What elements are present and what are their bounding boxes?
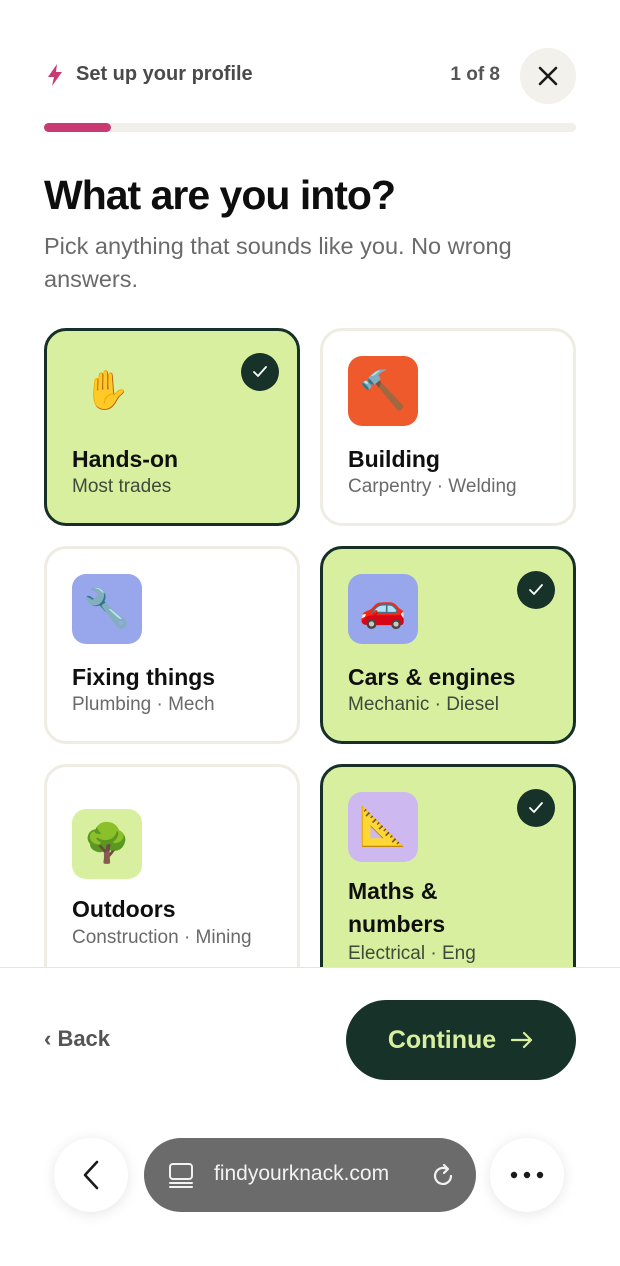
interest-label: Maths & numbers	[348, 878, 446, 937]
tree-icon: 🌳	[72, 809, 142, 879]
interest-label: Hands-on	[72, 446, 179, 472]
more-horizontal-icon	[510, 1171, 544, 1179]
continue-label: Continue	[387, 1025, 497, 1054]
interest-subtitle: Most trades	[72, 476, 172, 497]
interest-card-fixing-things[interactable]: 🔧 Fixing things Plumbing · Mech	[44, 546, 300, 744]
browser-back-button[interactable]	[54, 1138, 128, 1212]
interest-subtitle: Mechanic · Diesel	[348, 694, 499, 715]
continue-button[interactable]: Continue	[346, 1000, 576, 1080]
chevron-left-icon	[83, 1160, 99, 1190]
browser-more-button[interactable]	[490, 1138, 564, 1212]
interest-label: Outdoors	[72, 896, 176, 922]
progress-bar-fill	[44, 123, 111, 132]
hammer-icon: 🔨	[348, 356, 418, 426]
back-button[interactable]: ‹ Back	[44, 1026, 110, 1052]
page-subtitle: Pick anything that sounds like you. No w…	[44, 233, 512, 292]
page-title: What are you into?	[44, 172, 396, 218]
header: Set up your profile 1 of 8	[44, 46, 576, 106]
interest-card-hands-on[interactable]: ✋ Hands-on Most trades	[44, 328, 300, 526]
triangular-ruler-icon: 📐	[348, 792, 418, 862]
check-icon	[517, 789, 555, 827]
raised-hand-icon: ✋	[72, 356, 142, 426]
arrow-right-icon	[511, 1031, 533, 1049]
url-text: findyourknack.com	[214, 1162, 390, 1185]
lightning-bolt-icon	[48, 64, 62, 86]
interest-label: Cars & engines	[348, 664, 516, 690]
interest-subtitle: Carpentry · Welding	[348, 476, 517, 497]
reload-icon[interactable]	[429, 1162, 457, 1190]
interest-grid: ✋ Hands-on Most trades 🔨 Building Carpen…	[44, 328, 576, 968]
interest-subtitle: Construction · Mining	[72, 927, 252, 948]
step-counter: 1 of 8	[450, 64, 500, 85]
footer-divider	[0, 967, 620, 968]
interest-label: Building	[348, 446, 440, 472]
check-icon	[517, 571, 555, 609]
interest-subtitle: Plumbing · Mech	[72, 694, 215, 715]
wrench-icon: 🔧	[72, 574, 142, 644]
progress-bar	[44, 123, 576, 132]
interest-subtitle: Electrical · Eng	[348, 943, 476, 964]
interest-card-building[interactable]: 🔨 Building Carpentry · Welding	[320, 328, 576, 526]
interest-card-outdoors[interactable]: 🌳 Outdoors Construction · Mining	[44, 764, 300, 968]
header-title: Set up your profile	[76, 63, 253, 85]
interest-label: Fixing things	[72, 664, 216, 690]
interest-card-cars-engines[interactable]: 🚗 Cars & engines Mechanic · Diesel	[320, 546, 576, 744]
tabs-icon	[169, 1163, 193, 1188]
address-bar[interactable]: findyourknack.com	[144, 1138, 476, 1212]
car-icon: 🚗	[348, 574, 418, 644]
check-icon	[241, 353, 279, 391]
interest-card-maths-numbers[interactable]: 📐 Maths & numbers Electrical · Eng	[320, 764, 576, 968]
close-icon	[538, 66, 558, 86]
close-button[interactable]	[520, 48, 576, 104]
